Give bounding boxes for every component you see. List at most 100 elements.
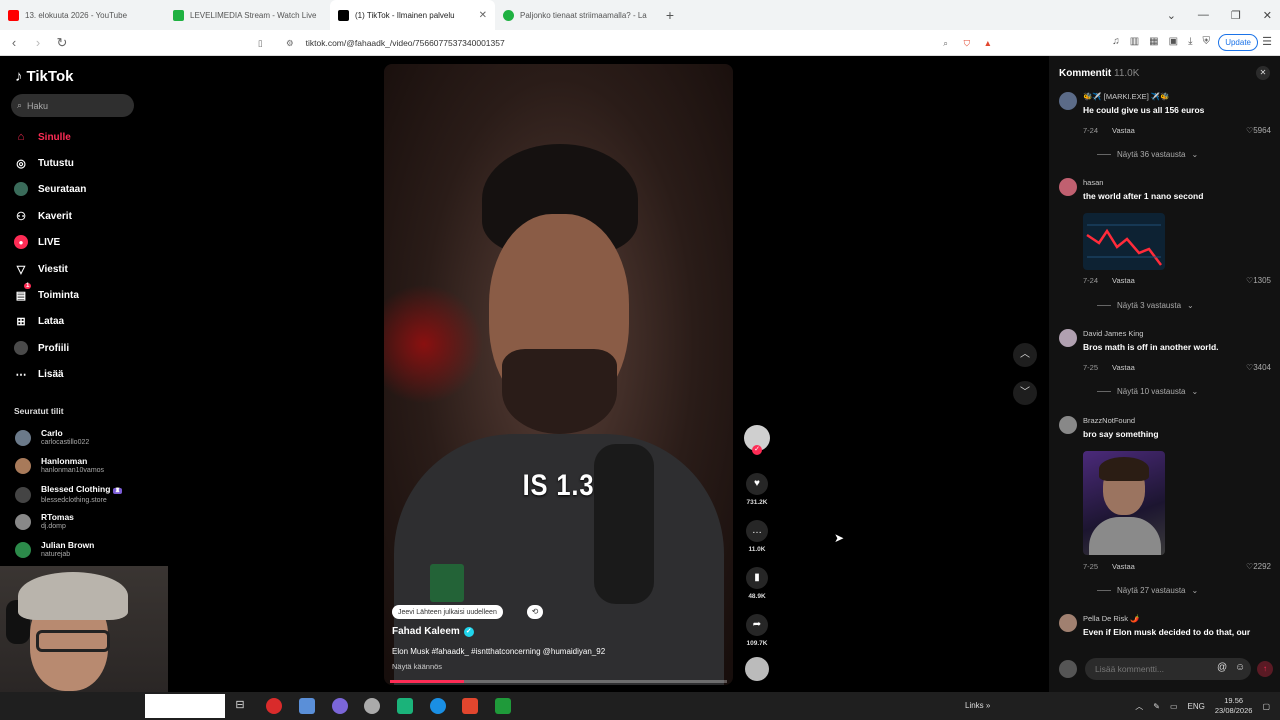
view-replies-button[interactable]: Näytä 3 vastausta ⌄: [1097, 301, 1194, 310]
chevron-up-icon[interactable]: ︿: [1135, 701, 1143, 712]
new-tab-button[interactable]: +: [660, 0, 680, 30]
nav-item-sinulle[interactable]: ⌂ Sinulle: [14, 130, 71, 144]
video-author[interactable]: Fahad Kaleem ✓: [392, 626, 474, 637]
comment-user[interactable]: David James King: [1083, 329, 1143, 338]
following-account[interactable]: Blessed Clothing ♜ blessedclothing.store: [15, 484, 123, 505]
avatar[interactable]: [1059, 92, 1077, 110]
search-input[interactable]: ⌕ Haku: [11, 94, 134, 117]
browser-tab-active[interactable]: (1) TikTok - Ilmainen palvelu ✕: [330, 0, 495, 30]
clock[interactable]: 19.56 23/08/2026: [1215, 696, 1253, 716]
bookmark-icon[interactable]: ▯: [258, 38, 263, 49]
reply-button[interactable]: Vastaa: [1112, 562, 1135, 571]
tiktok-logo[interactable]: ♪ TikTok: [15, 68, 73, 85]
comment-button[interactable]: … 11.0K: [742, 520, 772, 553]
tab-search-icon[interactable]: ⌄: [1167, 9, 1176, 22]
task-view-icon[interactable]: ⊟: [232, 698, 248, 714]
reply-button[interactable]: Vastaa: [1112, 126, 1135, 135]
edge-icon[interactable]: [430, 698, 446, 714]
browser-tab[interactable]: Paljonko tienaat striimaamalla? - La: [495, 0, 660, 30]
save-button[interactable]: ▮ 48.9K: [742, 567, 772, 600]
comment-like-button[interactable]: ♡3404: [1246, 363, 1271, 372]
language-indicator[interactable]: ENG: [1188, 702, 1205, 711]
vpn-icon[interactable]: ⛨: [1203, 36, 1211, 47]
comment-user[interactable]: BrazzNotFound: [1083, 416, 1135, 425]
url-field[interactable]: ▯ ⚙ tiktok.com/@fahaadk_/video/756607753…: [258, 33, 1000, 53]
update-button[interactable]: Update: [1218, 34, 1258, 51]
video-player[interactable]: IS 1.3 Jeevi Lähteen julkaisi uudelleen …: [384, 64, 733, 685]
avatar[interactable]: [1059, 416, 1077, 434]
brave-icon[interactable]: [462, 698, 478, 714]
comment-user[interactable]: 🐝✈️ [MARKI.EXE] ✈️🐝: [1083, 92, 1170, 101]
close-window-icon[interactable]: ✕: [1263, 9, 1272, 22]
comment-image-stock-chart[interactable]: [1083, 213, 1165, 270]
network-icon[interactable]: ▭: [1170, 702, 1178, 711]
repost-chip[interactable]: Jeevi Lähteen julkaisi uudelleen: [392, 605, 503, 619]
comment-user[interactable]: Pella De Risk 🌶️: [1083, 614, 1139, 623]
view-replies-button[interactable]: Näytä 36 vastausta ⌄: [1097, 150, 1198, 159]
mention-icon[interactable]: @: [1217, 662, 1227, 673]
follow-plus-icon[interactable]: ✓: [752, 445, 762, 455]
taskbar-search[interactable]: [145, 694, 225, 718]
restore-icon[interactable]: ❐: [1231, 9, 1241, 22]
like-button[interactable]: ♥ 731.2K: [742, 473, 772, 506]
opera-icon[interactable]: [266, 698, 282, 714]
nav-item-profiili[interactable]: Profiili: [14, 341, 69, 355]
next-video-button[interactable]: ﹀: [1013, 381, 1037, 405]
following-account[interactable]: Julian Brown naturejab: [15, 540, 94, 559]
nav-item-viestit[interactable]: ▽ Viestit: [14, 262, 68, 276]
following-account[interactable]: Hanlonman hanlonman10vamos: [15, 456, 104, 475]
app-icon[interactable]: [299, 698, 315, 714]
nav-item-kaverit[interactable]: ⚇ Kaverit: [14, 209, 72, 223]
following-account[interactable]: Carlo carlocastillo022: [15, 428, 89, 447]
nav-item-lataa[interactable]: ⊞ Lataa: [14, 314, 64, 328]
browser-menu-icon[interactable]: ☰: [1262, 35, 1272, 48]
video-progress-bar[interactable]: [390, 680, 727, 683]
view-replies-button[interactable]: Näytä 10 vastausta ⌄: [1097, 387, 1198, 396]
app-icon[interactable]: [364, 698, 380, 714]
sidebar-icon[interactable]: ▥: [1130, 36, 1139, 47]
minimize-icon[interactable]: —: [1198, 9, 1209, 21]
reply-button[interactable]: Vastaa: [1112, 276, 1135, 285]
links-toolbar[interactable]: Links »: [965, 701, 990, 710]
back-icon[interactable]: ‹: [4, 35, 24, 50]
app-icon[interactable]: [397, 698, 413, 714]
nav-item-tutustu[interactable]: ◎ Tutustu: [14, 156, 74, 170]
close-comments-button[interactable]: ✕: [1256, 66, 1270, 80]
pen-icon[interactable]: ✎: [1153, 702, 1160, 711]
comment-like-button[interactable]: ♡1305: [1246, 276, 1271, 285]
send-button[interactable]: ↑: [1257, 661, 1273, 677]
sound-button[interactable]: [742, 657, 772, 681]
download-icon[interactable]: ⤓: [1188, 36, 1192, 47]
chat-app-icon[interactable]: [332, 698, 348, 714]
browser-tab[interactable]: 13. elokuuta 2026 - YouTube: [0, 0, 165, 30]
forward-icon[interactable]: ›: [28, 35, 48, 50]
comment-user[interactable]: hasan: [1083, 178, 1103, 187]
reply-button[interactable]: Vastaa: [1112, 363, 1135, 372]
extensions-icon[interactable]: ▦: [1149, 36, 1158, 47]
comment-like-button[interactable]: ♡5964: [1246, 126, 1271, 135]
notifications-icon[interactable]: ▢: [1262, 702, 1270, 711]
brave-rewards-icon[interactable]: ▲: [984, 38, 992, 48]
browser-tab[interactable]: LEVELIMEDIA Stream - Watch Live: [165, 0, 330, 30]
creator-avatar-button[interactable]: ✓: [742, 425, 772, 455]
media-icon[interactable]: ♫: [1112, 36, 1120, 47]
following-account[interactable]: RTomas dj.domp: [15, 512, 74, 531]
screenshot-icon[interactable]: ▣: [1169, 36, 1178, 47]
brave-shields-icon[interactable]: ⛉: [964, 38, 970, 49]
repost-icon[interactable]: ⟲: [527, 605, 543, 619]
nav-item-seurataan[interactable]: Seurataan: [14, 182, 86, 196]
site-info-icon[interactable]: ⚙: [286, 38, 294, 49]
close-tab-icon[interactable]: ✕: [479, 10, 487, 21]
avatar[interactable]: [1059, 329, 1077, 347]
comment-like-button[interactable]: ♡2292: [1246, 562, 1271, 571]
emoji-icon[interactable]: ☺: [1235, 662, 1245, 673]
kick-app-icon[interactable]: [495, 698, 511, 714]
avatar[interactable]: [1059, 614, 1077, 632]
nav-item-lisaa[interactable]: ⋯ Lisää: [14, 367, 64, 381]
see-translation-link[interactable]: Näytä käännös: [392, 662, 442, 671]
reload-icon[interactable]: ↻: [52, 35, 72, 51]
share-button[interactable]: ➦ 109.7K: [742, 614, 772, 647]
previous-video-button[interactable]: ︿: [1013, 343, 1037, 367]
zoom-icon[interactable]: ⌕: [943, 38, 948, 49]
avatar[interactable]: [1059, 178, 1077, 196]
